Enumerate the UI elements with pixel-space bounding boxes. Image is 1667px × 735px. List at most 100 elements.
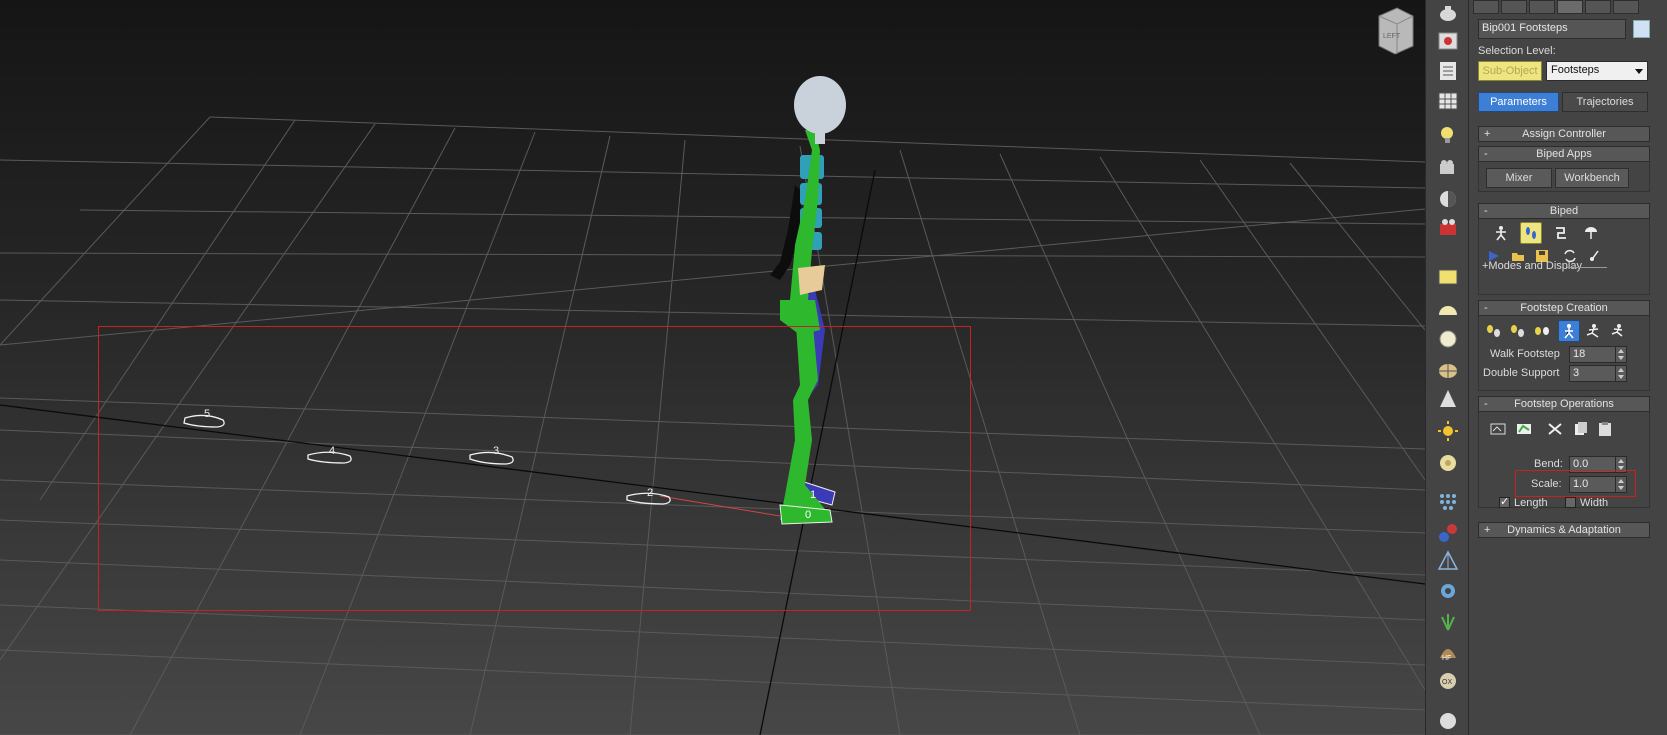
rollout-biped-apps[interactable]: - Biped Apps [1478, 146, 1650, 162]
spinner-arrows-icon[interactable] [1615, 366, 1625, 381]
modes-divider [1567, 267, 1607, 268]
list-document-icon[interactable] [1435, 58, 1461, 84]
svg-text:LEFT: LEFT [1383, 33, 1401, 40]
light-bulb-icon[interactable] [1435, 122, 1461, 148]
command-panel-tabs [1473, 0, 1639, 14]
dome-icon[interactable] [1435, 297, 1461, 323]
rollout-dynamics-adaptation[interactable]: + Dynamics & Adaptation [1478, 522, 1650, 538]
rollout-title: Footstep Operations [1514, 398, 1614, 410]
hierarchy-tab[interactable] [1529, 0, 1555, 14]
double-support-label: Double Support [1483, 367, 1560, 379]
selection-level-dropdown[interactable]: Footsteps [1546, 61, 1648, 81]
modify-tab[interactable] [1501, 0, 1527, 14]
chevron-down-icon [1635, 69, 1643, 74]
width-checkbox[interactable] [1565, 497, 1576, 508]
object-name-field[interactable]: Bip001 Footsteps [1478, 19, 1626, 39]
mixer-mode-icon[interactable] [1580, 222, 1602, 244]
collapse-icon: - [1484, 205, 1488, 217]
length-label: Length [1514, 497, 1548, 509]
torus-icon[interactable] [1435, 450, 1461, 476]
teapot-icon[interactable] [1435, 0, 1461, 26]
expand-icon: + [1484, 128, 1491, 140]
move-all-icon[interactable] [1583, 245, 1605, 267]
viewport-rectangle-icon[interactable] [1435, 264, 1461, 290]
selection-level-value: Footsteps [1551, 64, 1600, 76]
particle-grid-icon[interactable] [1435, 488, 1461, 514]
bend-value: 0.0 [1573, 458, 1589, 470]
command-icon-strip: HF OX [1425, 0, 1469, 735]
rollout-title: Assign Controller [1522, 128, 1606, 140]
rollout-assign-controller[interactable]: + Assign Controller [1478, 126, 1650, 142]
selection-rectangle [98, 326, 971, 611]
molecule-icon[interactable] [1435, 520, 1461, 546]
workbench-button[interactable]: Workbench [1555, 168, 1629, 188]
deactivate-footsteps-icon[interactable] [1544, 418, 1566, 440]
cone-icon[interactable] [1435, 386, 1461, 412]
create-footsteps-current-icon[interactable] [1507, 320, 1529, 342]
sphere-small-icon[interactable] [1435, 706, 1461, 732]
hair-fur-icon[interactable]: HF [1435, 638, 1461, 664]
foliage-icon[interactable] [1435, 608, 1461, 634]
sun-icon[interactable] [1435, 418, 1461, 444]
viewcube: LEFT [1378, 7, 1414, 55]
geosphere-icon[interactable] [1435, 358, 1461, 384]
walk-gait-icon[interactable] [1558, 320, 1580, 342]
walk-footstep-value: 18 [1573, 348, 1586, 360]
create-tab[interactable] [1473, 0, 1499, 14]
figure-mode-icon[interactable] [1490, 222, 1512, 244]
perspective-viewport[interactable]: 5 4 3 2 1 0 LEFT [0, 0, 1425, 735]
rollout-biped[interactable]: - Biped [1478, 203, 1650, 219]
footstep-mode-icon[interactable] [1520, 222, 1542, 244]
camera-icon[interactable] [1435, 155, 1461, 181]
rollout-title: Biped [1549, 205, 1579, 217]
jump-gait-icon[interactable] [1606, 320, 1628, 342]
svg-text:OX: OX [1442, 679, 1452, 686]
double-support-spinner[interactable]: 3 [1569, 365, 1627, 382]
rollout-title: Dynamics & Adaptation [1507, 524, 1621, 536]
command-panel: Bip001 Footsteps Selection Level: Sub-Ob… [1469, 0, 1667, 735]
copy-footsteps-icon[interactable] [1570, 418, 1592, 440]
utilities-tab[interactable] [1613, 0, 1639, 14]
spinner-arrows-icon[interactable] [1615, 347, 1625, 362]
create-footsteps-append-icon[interactable] [1483, 320, 1505, 342]
svg-text:HF: HF [1442, 655, 1451, 662]
ox-icon[interactable]: OX [1435, 668, 1461, 694]
walk-footstep-spinner[interactable]: 18 [1569, 346, 1627, 363]
selection-level-label: Selection Level: [1478, 45, 1556, 57]
mixer-button[interactable]: Mixer [1486, 168, 1552, 188]
length-checkbox[interactable] [1499, 495, 1510, 508]
create-keys-icon[interactable] [1487, 418, 1509, 440]
sub-object-button[interactable]: Sub-Object [1478, 61, 1542, 81]
sphere-icon[interactable] [1435, 326, 1461, 352]
modes-and-display-toggle[interactable]: +Modes and Display [1482, 260, 1582, 272]
tab-parameters[interactable]: Parameters [1478, 92, 1559, 112]
object-color-swatch[interactable] [1633, 20, 1650, 38]
motion-tab[interactable] [1557, 0, 1583, 14]
pyramid-wire-icon[interactable] [1435, 548, 1461, 574]
tab-trajectories[interactable]: Trajectories [1562, 92, 1648, 112]
create-keys-inactive-icon[interactable] [1531, 320, 1553, 342]
motion-flow-icon[interactable] [1550, 222, 1572, 244]
paste-footsteps-icon[interactable] [1594, 418, 1616, 440]
walk-footstep-label: Walk Footstep [1490, 348, 1560, 360]
double-support-value: 3 [1573, 367, 1580, 379]
table-grid-icon[interactable] [1435, 88, 1461, 114]
render-frame-icon[interactable] [1435, 28, 1461, 54]
width-label: Width [1580, 497, 1609, 509]
expand-icon: + [1484, 524, 1491, 536]
gear-icon[interactable] [1435, 578, 1461, 604]
render-camera-icon[interactable] [1435, 214, 1461, 240]
scale-highlight-box [1515, 470, 1636, 497]
rollout-title: Biped Apps [1536, 148, 1592, 160]
rollout-footstep-creation[interactable]: - Footstep Creation [1478, 300, 1650, 316]
adapt-locks-icon[interactable] [1513, 418, 1535, 440]
run-gait-icon[interactable] [1582, 320, 1604, 342]
moon-shading-icon[interactable] [1435, 186, 1461, 212]
bend-label: Bend: [1534, 458, 1563, 470]
rollout-footstep-operations[interactable]: - Footstep Operations [1478, 396, 1650, 412]
collapse-icon: - [1484, 398, 1488, 410]
collapse-icon: - [1484, 302, 1488, 314]
collapse-icon: - [1484, 148, 1488, 160]
rollout-title: Footstep Creation [1520, 302, 1608, 314]
display-tab[interactable] [1585, 0, 1611, 14]
